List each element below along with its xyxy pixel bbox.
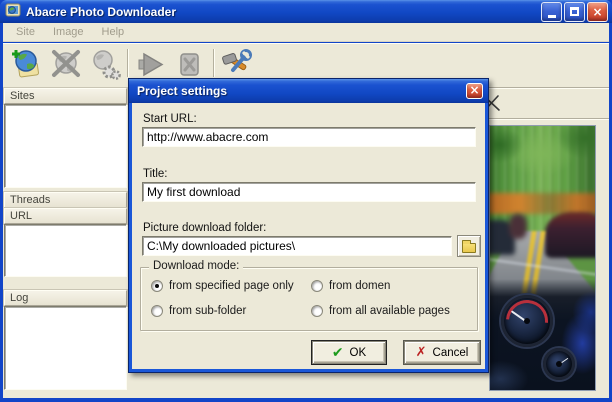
titlebar[interactable]: Abacre Photo Downloader × — [0, 0, 612, 23]
toolbar — [3, 43, 609, 82]
start-download-button[interactable] — [134, 47, 168, 81]
photo-tachometer — [543, 348, 575, 380]
radio-button[interactable] — [151, 280, 163, 292]
browse-folder-button[interactable] — [457, 235, 481, 257]
dialog-titlebar[interactable]: Project settings × — [129, 79, 488, 103]
tools-options-button[interactable] — [219, 47, 253, 81]
start-url-input[interactable] — [142, 127, 476, 147]
radio-from-all-available-pages[interactable]: from all available pages — [311, 305, 471, 317]
ok-button[interactable]: ✔ OK — [312, 341, 386, 364]
photo-car — [545, 212, 596, 258]
photo-speedometer — [501, 295, 553, 347]
stop-download-button[interactable] — [172, 47, 206, 81]
download-mode-groupbox: Download mode: from specified page only … — [140, 267, 478, 331]
radio-from-sub-folder[interactable]: from sub-folder — [151, 305, 311, 317]
radio-from-domen[interactable]: from domen — [311, 280, 471, 292]
menu-help[interactable]: Help — [93, 24, 134, 40]
cancel-button[interactable]: ✗ Cancel — [404, 341, 480, 364]
sites-panel-header: Sites — [4, 88, 127, 104]
site-properties-icon — [89, 48, 121, 80]
delete-site-icon — [50, 48, 82, 80]
window-title: Abacre Photo Downloader — [26, 5, 541, 19]
minimize-button[interactable] — [541, 2, 562, 22]
menu-site[interactable]: Site — [7, 24, 44, 40]
delete-site-button[interactable] — [49, 47, 83, 81]
maximize-icon — [570, 7, 579, 16]
threads-panel-header: Threads — [4, 192, 127, 208]
check-icon: ✔ — [332, 345, 344, 361]
dialog-title: Project settings — [137, 84, 466, 98]
minimize-icon — [548, 15, 556, 18]
radio-button[interactable] — [311, 305, 323, 317]
add-site-icon — [10, 48, 42, 80]
add-site-button[interactable] — [9, 47, 43, 81]
radio-button[interactable] — [151, 305, 163, 317]
project-settings-dialog: Project settings × Start URL: Title: Pic… — [128, 78, 489, 373]
site-properties-button[interactable] — [88, 47, 122, 81]
maximize-button[interactable] — [564, 2, 585, 22]
menu-image[interactable]: Image — [44, 24, 93, 40]
tools-options-icon — [220, 48, 252, 80]
dialog-close-button[interactable]: × — [466, 83, 483, 99]
menubar: Site Image Help — [3, 23, 609, 42]
close-button[interactable]: × — [587, 2, 608, 22]
download-mode-legend: Download mode: — [149, 260, 243, 272]
toolbar-separator — [213, 49, 215, 77]
download-folder-label: Picture download folder: — [143, 222, 266, 234]
x-mark-icon: ✗ — [416, 345, 427, 360]
log-panel-header: Log — [4, 290, 127, 306]
radio-from-specified-page-only[interactable]: from specified page only — [151, 280, 311, 292]
stop-download-icon — [173, 48, 205, 80]
app-icon — [5, 2, 21, 21]
sites-list[interactable] — [4, 104, 127, 188]
title-label: Title: — [143, 168, 168, 180]
start-download-icon — [135, 48, 167, 80]
url-list[interactable] — [4, 224, 127, 277]
app-window: Abacre Photo Downloader × Site Image Hel… — [0, 0, 612, 402]
toolbar-separator — [127, 49, 129, 77]
photo-car — [509, 214, 527, 238]
start-url-label: Start URL: — [143, 113, 197, 125]
photo-preview — [489, 125, 596, 391]
url-panel-header: URL — [4, 208, 127, 224]
folder-icon — [462, 243, 476, 253]
radio-button[interactable] — [311, 280, 323, 292]
log-list[interactable] — [4, 306, 127, 390]
title-input[interactable] — [142, 182, 476, 202]
download-folder-input[interactable] — [142, 236, 452, 256]
